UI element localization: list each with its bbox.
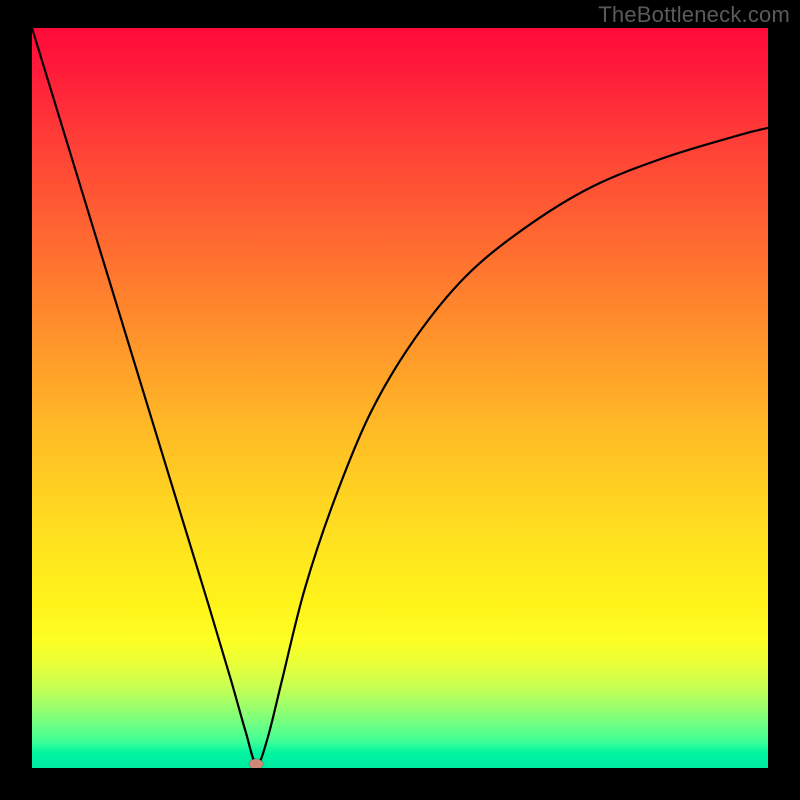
plot-area (32, 28, 768, 768)
watermark-text: TheBottleneck.com (598, 2, 790, 28)
chart-container: TheBottleneck.com (0, 0, 800, 800)
bottleneck-curve (32, 28, 768, 768)
minimum-marker (249, 759, 263, 768)
